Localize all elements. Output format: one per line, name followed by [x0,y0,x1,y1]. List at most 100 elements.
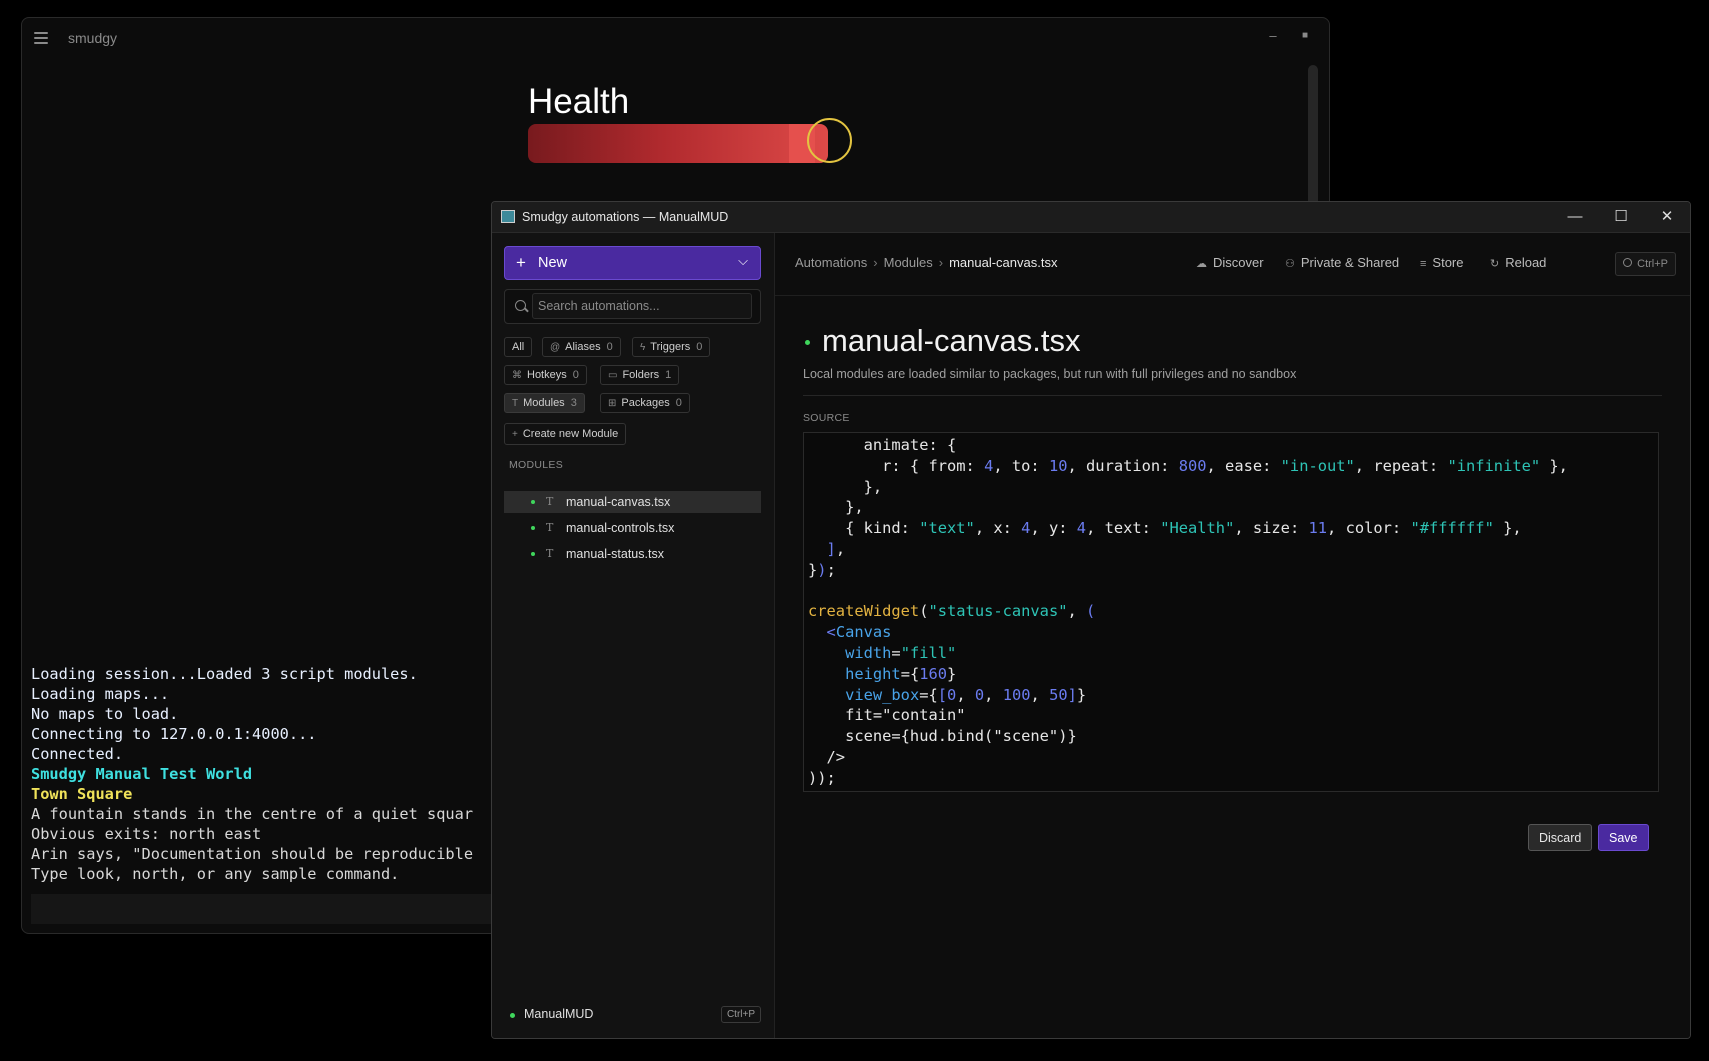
database-icon: ≡ [1420,258,1427,270]
folder-icon: ▭ [608,370,618,381]
filter-label: Triggers [650,341,691,353]
terminal-line: Connected. [31,745,124,763]
maximize-icon[interactable]: ■ [1296,30,1314,41]
modules-heading: MODULES [509,459,564,471]
terminal-line: Connecting to 127.0.0.1:4000... [31,725,317,743]
filter-aliases[interactable]: @ Aliases 0 [542,337,621,357]
automations-titlebar: Smudgy automations — ManualMUD — ☐ ✕ [492,202,1690,233]
breadcrumb-current: manual-canvas.tsx [949,255,1058,270]
module-item-manual-canvas[interactable]: T manual-canvas.tsx [504,491,761,513]
save-button[interactable]: Save [1598,824,1649,851]
search-box [504,289,761,324]
terminal-line: Loading maps... [31,685,170,703]
new-button-label: New [538,255,568,271]
filter-count: 0 [606,341,613,353]
source-code[interactable]: animate: { r: { from: 4, to: 10, duratio… [808,435,1568,789]
filter-packages[interactable]: ⊞ Packages 0 [600,393,690,413]
breadcrumb-separator: › [873,255,878,270]
filter-all[interactable]: All [504,337,533,357]
filter-label: Folders [622,369,660,381]
lightning-icon: ϟ [640,342,646,353]
filter-modules[interactable]: T Modules 3 [504,393,585,413]
close-icon[interactable]: ✕ [1656,206,1678,228]
sidebar: + New ⌵ All @ Aliases 0 ϟ Triggers 0 ⌘ Hotkey… [492,233,775,1038]
terminal-line: Obvious exits: north east [31,825,262,843]
code-editor[interactable]: animate: { r: { from: 4, to: 10, duratio… [803,432,1659,792]
quick-open-shortcut: Ctrl+P [1637,258,1668,270]
filter-label: Aliases [565,341,601,353]
reload-label: Reload [1505,255,1547,270]
filter-triggers[interactable]: ϟ Triggers 0 [632,337,711,357]
automations-window: Smudgy automations — ManualMUD — ☐ ✕ + N… [491,201,1691,1039]
discard-button[interactable]: Discard [1528,824,1593,851]
window-title: Smudgy automations — ManualMUD [522,210,729,224]
typescript-icon: T [546,547,554,560]
terminal-line: No maps to load. [31,705,179,723]
typescript-icon: T [546,495,554,508]
command-key-icon: ⌘ [512,370,522,381]
minimize-icon[interactable]: — [1564,206,1586,228]
terminal-line: Loading session...Loaded 3 script module… [31,665,418,683]
reload-icon: ↻ [1490,258,1500,270]
filter-count: 0 [572,369,579,381]
command-input[interactable] [31,894,511,924]
module-item-manual-status[interactable]: T manual-status.tsx [504,543,761,565]
terminal-line: Type look, north, or any sample command. [31,865,400,883]
main-panel: Automations › Modules › manual-canvas.tsx ☁ D… [775,233,1690,1038]
chevron-down-icon[interactable]: ⌵ [738,253,748,269]
status-dot-icon [531,526,535,530]
filter-label: Packages [621,397,670,409]
plus-icon: + [512,429,518,440]
store-link[interactable]: ≡ Store [1420,255,1464,270]
session-footer[interactable]: ManualMUD Ctrl+P [492,994,774,1038]
users-icon: ⚇ [1285,258,1295,270]
quick-open-button[interactable]: Ctrl+P [1615,252,1676,276]
search-icon [1623,258,1633,267]
breadcrumb-modules[interactable]: Modules [884,255,933,270]
app-icon [501,210,515,223]
private-shared-link[interactable]: ⚇ Private & Shared [1285,255,1399,270]
reload-button[interactable]: ↻ Reload [1490,255,1546,270]
status-dot-icon [531,552,535,556]
module-name: manual-canvas.tsx [566,495,671,509]
search-icon [515,300,526,311]
filter-count: 1 [665,369,672,381]
discover-link[interactable]: ☁ Discover [1196,255,1264,270]
cloud-icon: ☁ [1196,258,1207,270]
plus-icon: + [516,253,526,272]
typescript-icon: T [546,521,554,534]
module-name: manual-status.tsx [566,547,664,561]
filter-count: 3 [570,397,577,409]
filter-hotkeys[interactable]: ⌘ Hotkeys 0 [504,365,587,385]
close-icon[interactable]: ✕ [1328,28,1329,44]
filter-count: 0 [675,397,682,409]
filter-folders[interactable]: ▭ Folders 1 [600,365,680,385]
module-title: manual-canvas.tsx [822,323,1081,358]
session-name: ManualMUD [524,1007,594,1021]
module-status-icon [805,340,810,345]
terminal-line: A fountain stands in the centre of a qui… [31,805,474,823]
filter-label: All [512,341,525,353]
search-input[interactable] [532,293,752,319]
health-label: Health [528,82,630,121]
at-icon: @ [550,342,561,353]
module-name: manual-controls.tsx [566,521,675,535]
terminal-line: Arin says, "Documentation should be repr… [31,845,474,863]
minimize-icon[interactable]: – [1264,28,1282,43]
new-button[interactable]: + New ⌵ [504,246,761,280]
maximize-icon[interactable]: ☐ [1610,206,1632,228]
discover-label: Discover [1213,255,1264,270]
hamburger-menu-icon[interactable] [34,32,48,44]
module-description: Local modules are loaded similar to pack… [803,367,1297,381]
create-new-module-button[interactable]: + Create new Module [504,423,627,445]
connection-status-icon [510,1013,515,1018]
breadcrumb: Automations › Modules › manual-canvas.tsx [795,255,1057,270]
breadcrumb-automations[interactable]: Automations [795,255,867,270]
module-type-icon: T [512,398,519,409]
terminal-line: Town Square [31,785,133,803]
module-item-manual-controls[interactable]: T manual-controls.tsx [504,517,761,539]
private-shared-label: Private & Shared [1300,255,1400,270]
filter-count: 0 [696,341,703,353]
divider [803,395,1662,396]
cursor-highlight-ring [807,118,852,163]
